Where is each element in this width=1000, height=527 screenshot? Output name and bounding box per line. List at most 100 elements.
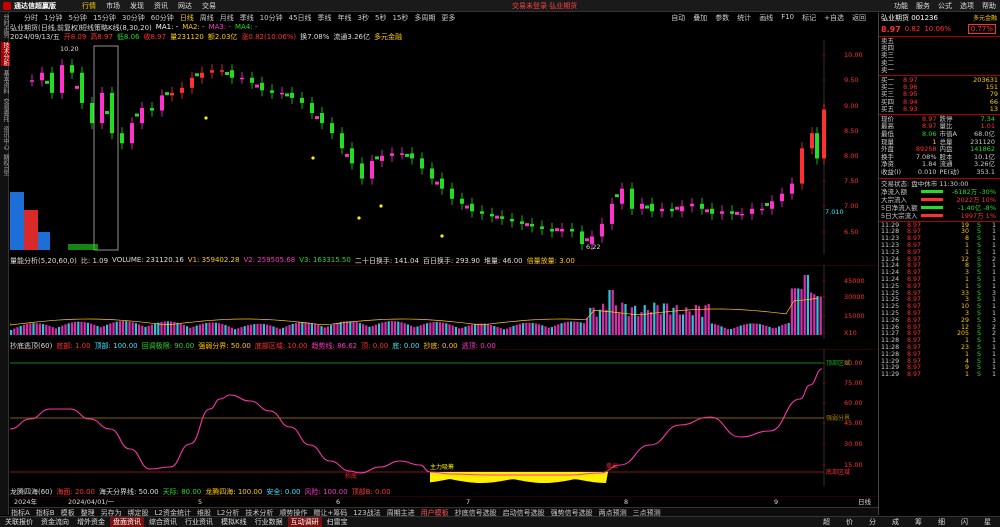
volume-bar [509, 327, 512, 335]
period-0[interactable]: 分时 [24, 13, 38, 23]
volume-bar [634, 305, 637, 335]
status-item-4[interactable]: 综合资讯 [146, 517, 180, 527]
period-18[interactable]: 更多 [441, 13, 455, 23]
bottom-tab-3[interactable]: 整理 [80, 508, 96, 517]
volume-chart[interactable]: 45000 30000 15000 X10 [10, 265, 878, 339]
period-2[interactable]: 5分钟 [68, 13, 86, 23]
ask-price [903, 60, 943, 67]
bottom-tab-10[interactable]: 顺势操作 [278, 508, 308, 517]
period-11[interactable]: 45日线 [289, 13, 312, 23]
period-14[interactable]: 3秒 [358, 13, 369, 23]
right-menu-2[interactable]: 公式 [938, 1, 952, 11]
period-15[interactable]: 5秒 [375, 13, 386, 23]
status-item-3[interactable]: 盘面资讯 [110, 517, 144, 527]
tool-1[interactable]: 叠加 [693, 13, 707, 23]
menu-0[interactable]: 行情 [82, 1, 96, 11]
right-menu-4[interactable]: 帮助 [982, 1, 996, 11]
tool-6[interactable]: 标记 [802, 13, 816, 23]
status-item-0[interactable]: 关联报价 [2, 517, 36, 527]
status-item-5[interactable]: 行业资讯 [182, 517, 216, 527]
bottom-tab-7[interactable]: 维股 [196, 508, 212, 517]
flow-bar [921, 206, 943, 210]
period-13[interactable]: 年线 [338, 13, 352, 23]
period-8[interactable]: 月线 [220, 13, 234, 23]
bottom-tab-5[interactable]: 绑定股 [127, 508, 150, 517]
status-icon-4[interactable]: 筹 [912, 517, 925, 527]
period-17[interactable]: 多周期 [414, 13, 435, 23]
volume-bar [352, 321, 355, 335]
period-1[interactable]: 1分钟 [44, 13, 62, 23]
period-3[interactable]: 15分钟 [93, 13, 116, 23]
status-item-9[interactable]: 扫雷宝 [324, 517, 351, 527]
menu-4[interactable]: 网达 [178, 1, 192, 11]
menu-3[interactable]: 资讯 [154, 1, 168, 11]
left-tab-3[interactable]: 交易委托 [1, 98, 10, 122]
status-icon-5[interactable]: 细 [935, 517, 948, 527]
bottom-tab-8[interactable]: L2分析 [216, 508, 240, 517]
tool-8[interactable]: 返回 [852, 13, 866, 23]
status-icon-3[interactable]: 成 [889, 517, 902, 527]
bottom-tab-6[interactable]: L2资金统计 [154, 508, 192, 517]
candle-body [300, 97, 304, 103]
bottom-tab-1[interactable]: 指标B [35, 508, 56, 517]
status-icon-0[interactable]: 超 [820, 517, 833, 527]
bottom-tab-14[interactable]: 用户模板 [420, 508, 450, 517]
period-10[interactable]: 10分钟 [260, 13, 283, 23]
left-tab-5[interactable]: 期权T型 [1, 154, 10, 176]
status-icon-6[interactable]: 闪 [958, 517, 971, 527]
bottom-tab-13[interactable]: 周期主进 [386, 508, 416, 517]
bottom-tab-4[interactable]: 另存为 [100, 508, 123, 517]
oscillator-chart[interactable]: 顶部区域 强弱分界 底部区域 90.0075.0060.0045.0030.00… [10, 349, 878, 486]
candle-body [200, 72, 204, 78]
left-tab-1[interactable]: 技术分析 [1, 42, 10, 66]
dragon-indicator-name[interactable]: 龙腾四海(60) [10, 487, 52, 496]
volume-bar [304, 322, 307, 335]
right-menu-1[interactable]: 服务 [916, 1, 930, 11]
login-status[interactable]: 交易未登录 弘业期货 [512, 1, 577, 11]
bottom-tab-18[interactable]: 两点预测 [598, 508, 628, 517]
status-icon-2[interactable]: 分 [866, 517, 879, 527]
bottom-tab-19[interactable]: 三点预测 [632, 508, 662, 517]
period-4[interactable]: 30分钟 [122, 13, 145, 23]
tool-7[interactable]: +自选 [824, 13, 844, 23]
bottom-tab-16[interactable]: 启动信号选股 [502, 508, 546, 517]
left-tab-4[interactable]: 资讯中心 [1, 126, 10, 150]
status-item-1[interactable]: 资金流向 [38, 517, 72, 527]
bottom-tab-9[interactable]: 技术分析 [244, 508, 274, 517]
status-icon-7[interactable]: 星 [981, 517, 994, 527]
period-7[interactable]: 周线 [200, 13, 214, 23]
menu-2[interactable]: 发现 [130, 1, 144, 11]
status-item-7[interactable]: 行业数据 [252, 517, 286, 527]
main-indicator-name[interactable]: 短线策略K线(8,30,20) [80, 23, 152, 32]
status-item-8[interactable]: 互动调研 [287, 517, 322, 527]
tool-5[interactable]: F10 [781, 13, 794, 23]
vol-indicator-name[interactable]: 量能分析(5,20,60,0) [10, 256, 77, 265]
tool-4[interactable]: 画线 [759, 13, 773, 23]
bottom-tab-17[interactable]: 强势信号选股 [550, 508, 594, 517]
bottom-tab-15[interactable]: 抄底信号选股 [454, 508, 498, 517]
tool-3[interactable]: 统计 [737, 13, 751, 23]
tool-2[interactable]: 参数 [715, 13, 729, 23]
period-16[interactable]: 15秒 [392, 13, 408, 23]
period-5[interactable]: 60分钟 [151, 13, 174, 23]
bottom-tab-12[interactable]: 123战法 [352, 508, 381, 517]
right-menu-0[interactable]: 功能 [894, 1, 908, 11]
stock-sector[interactable]: 多元金融 [973, 13, 1000, 23]
tool-0[interactable]: 自动 [671, 13, 685, 23]
candlestick-chart[interactable]: 10.009.509.008.508.007.507.006.50 10.20 … [10, 40, 878, 254]
status-item-2[interactable]: 增外资金 [74, 517, 108, 527]
right-menu-3[interactable]: 选项 [960, 1, 974, 11]
x-tick-label: 日线 [858, 497, 872, 506]
period-6[interactable]: 日线 [180, 13, 194, 23]
left-tab-0[interactable]: 分时走势 [1, 14, 10, 38]
period-12[interactable]: 季线 [318, 13, 332, 23]
menu-5[interactable]: 交易 [202, 1, 216, 11]
bottom-tab-0[interactable]: 指标A [10, 508, 31, 517]
bottom-tab-11[interactable]: 赠让+筹码 [312, 508, 348, 517]
left-tab-2[interactable]: 基本资料 [1, 70, 10, 94]
menu-1[interactable]: 市场 [106, 1, 120, 11]
status-icon-1[interactable]: 价 [843, 517, 856, 527]
bottom-tab-2[interactable]: 模板 [60, 508, 76, 517]
status-item-6[interactable]: 模拟K线 [218, 517, 250, 527]
period-9[interactable]: 季线 [240, 13, 254, 23]
